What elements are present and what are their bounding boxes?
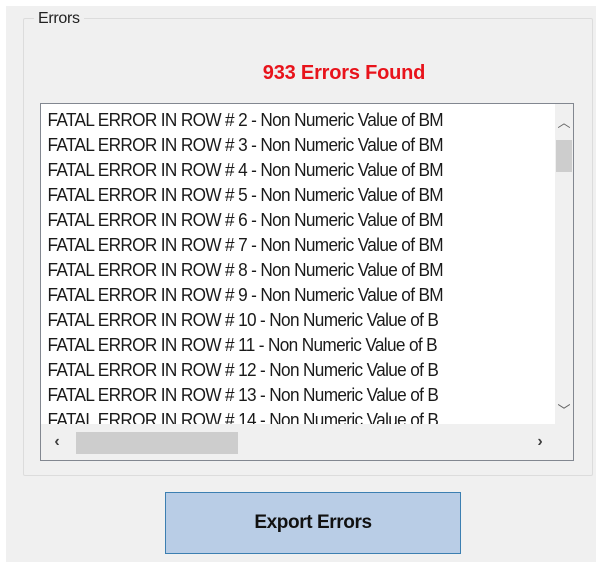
list-item[interactable]: FATAL ERROR IN ROW # 12 - Non Numeric Va… bbox=[41, 358, 556, 383]
horizontal-scrollbar[interactable]: ‹ › bbox=[41, 424, 556, 460]
list-item[interactable]: FATAL ERROR IN ROW # 3 - Non Numeric Val… bbox=[41, 133, 556, 158]
error-count-label: 933 Errors Found bbox=[262, 62, 426, 84]
list-item[interactable]: FATAL ERROR IN ROW # 6 - Non Numeric Val… bbox=[41, 208, 556, 233]
horizontal-scroll-thumb[interactable] bbox=[76, 432, 238, 454]
error-listbox[interactable]: FATAL ERROR IN ROW # 2 - Non Numeric Val… bbox=[40, 103, 574, 461]
errors-group-title: Errors bbox=[34, 10, 84, 28]
chevron-right-icon[interactable]: › bbox=[528, 428, 552, 456]
list-item[interactable]: FATAL ERROR IN ROW # 10 - Non Numeric Va… bbox=[41, 308, 556, 333]
error-list-items: FATAL ERROR IN ROW # 2 - Non Numeric Val… bbox=[41, 104, 556, 424]
list-item[interactable]: FATAL ERROR IN ROW # 7 - Non Numeric Val… bbox=[41, 233, 556, 258]
vertical-scroll-thumb[interactable] bbox=[556, 140, 572, 172]
list-item[interactable]: FATAL ERROR IN ROW # 8 - Non Numeric Val… bbox=[41, 258, 556, 283]
chevron-up-icon[interactable]: ︿ bbox=[555, 112, 573, 130]
list-item[interactable]: FATAL ERROR IN ROW # 14 - Non Numeric Va… bbox=[41, 408, 556, 424]
list-item[interactable]: FATAL ERROR IN ROW # 11 - Non Numeric Va… bbox=[41, 333, 556, 358]
chevron-left-icon[interactable]: ‹ bbox=[45, 428, 69, 456]
list-item[interactable]: FATAL ERROR IN ROW # 2 - Non Numeric Val… bbox=[41, 108, 556, 133]
vertical-scrollbar[interactable]: ︿ ﹀ bbox=[555, 104, 573, 424]
scrollbar-corner bbox=[555, 424, 573, 460]
list-item[interactable]: FATAL ERROR IN ROW # 9 - Non Numeric Val… bbox=[41, 283, 556, 308]
list-item[interactable]: FATAL ERROR IN ROW # 4 - Non Numeric Val… bbox=[41, 158, 556, 183]
export-errors-button[interactable]: Export Errors bbox=[165, 492, 461, 554]
chevron-down-icon[interactable]: ﹀ bbox=[555, 400, 573, 418]
list-item[interactable]: FATAL ERROR IN ROW # 5 - Non Numeric Val… bbox=[41, 183, 556, 208]
list-item[interactable]: FATAL ERROR IN ROW # 13 - Non Numeric Va… bbox=[41, 383, 556, 408]
